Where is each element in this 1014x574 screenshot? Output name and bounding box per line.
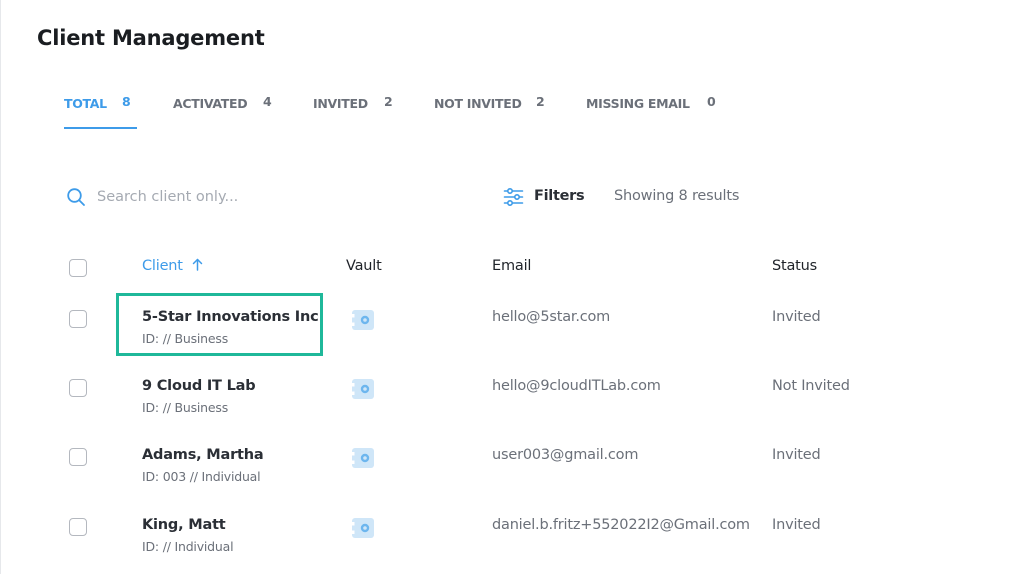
vault-icon[interactable] (352, 448, 374, 468)
client-email: hello@5star.com (492, 309, 611, 325)
client-email: user003@gmail.com (492, 447, 639, 463)
row-checkbox[interactable] (69, 518, 87, 536)
arrow-up-icon (192, 258, 203, 271)
tab-count: 2 (384, 94, 393, 109)
table-row: Adams, Martha ID: 003 // Individual user… (0, 447, 1014, 507)
vault-icon[interactable] (352, 518, 374, 538)
column-header-vault: Vault (346, 258, 382, 274)
column-header-client[interactable]: Client (142, 258, 203, 274)
tab-count: 4 (263, 94, 272, 109)
tab-count: 2 (536, 94, 545, 109)
client-id: ID: // Business (142, 400, 229, 415)
client-status: Invited (772, 309, 821, 325)
column-header-status: Status (772, 258, 818, 274)
client-name[interactable]: King, Matt (142, 517, 226, 533)
active-tab-indicator (64, 127, 137, 129)
client-email: daniel.b.fritz+552022I2@Gmail.com (492, 517, 750, 533)
tab-label: NOT INVITED (434, 96, 522, 111)
column-header-label: Client (142, 258, 183, 274)
client-name[interactable]: Adams, Martha (142, 447, 264, 463)
search-input[interactable] (97, 185, 357, 209)
client-id: ID: 003 // Individual (142, 469, 261, 484)
client-email: hello@9cloudITLab.com (492, 378, 661, 394)
client-status: Invited (772, 517, 821, 533)
vault-icon[interactable] (352, 310, 374, 330)
tab-label: INVITED (313, 96, 368, 111)
client-name[interactable]: 9 Cloud IT Lab (142, 378, 256, 394)
highlight-box (116, 293, 323, 356)
table-row: 9 Cloud IT Lab ID: // Business hello@9cl… (0, 378, 1014, 438)
select-all-checkbox[interactable] (69, 259, 87, 277)
tab-label: TOTAL (64, 96, 107, 111)
client-search (66, 185, 366, 209)
row-checkbox[interactable] (69, 448, 87, 466)
vault-icon[interactable] (352, 379, 374, 399)
tab-count: 0 (707, 94, 716, 109)
filters-label: Filters (534, 188, 585, 204)
client-id: ID: // Individual (142, 539, 234, 554)
tab-label: MISSING EMAIL (586, 96, 690, 111)
tab-label: ACTIVATED (173, 96, 248, 111)
tab-count: 8 (122, 94, 131, 109)
page-title: Client Management (37, 26, 265, 50)
row-checkbox[interactable] (69, 379, 87, 397)
results-count: Showing 8 results (614, 188, 740, 204)
client-status: Not Invited (772, 378, 850, 394)
row-checkbox[interactable] (69, 310, 87, 328)
column-header-email: Email (492, 258, 532, 274)
client-status: Invited (772, 447, 821, 463)
sliders-icon (503, 187, 524, 207)
table-row: King, Matt ID: // Individual daniel.b.fr… (0, 517, 1014, 574)
search-icon (67, 188, 85, 206)
